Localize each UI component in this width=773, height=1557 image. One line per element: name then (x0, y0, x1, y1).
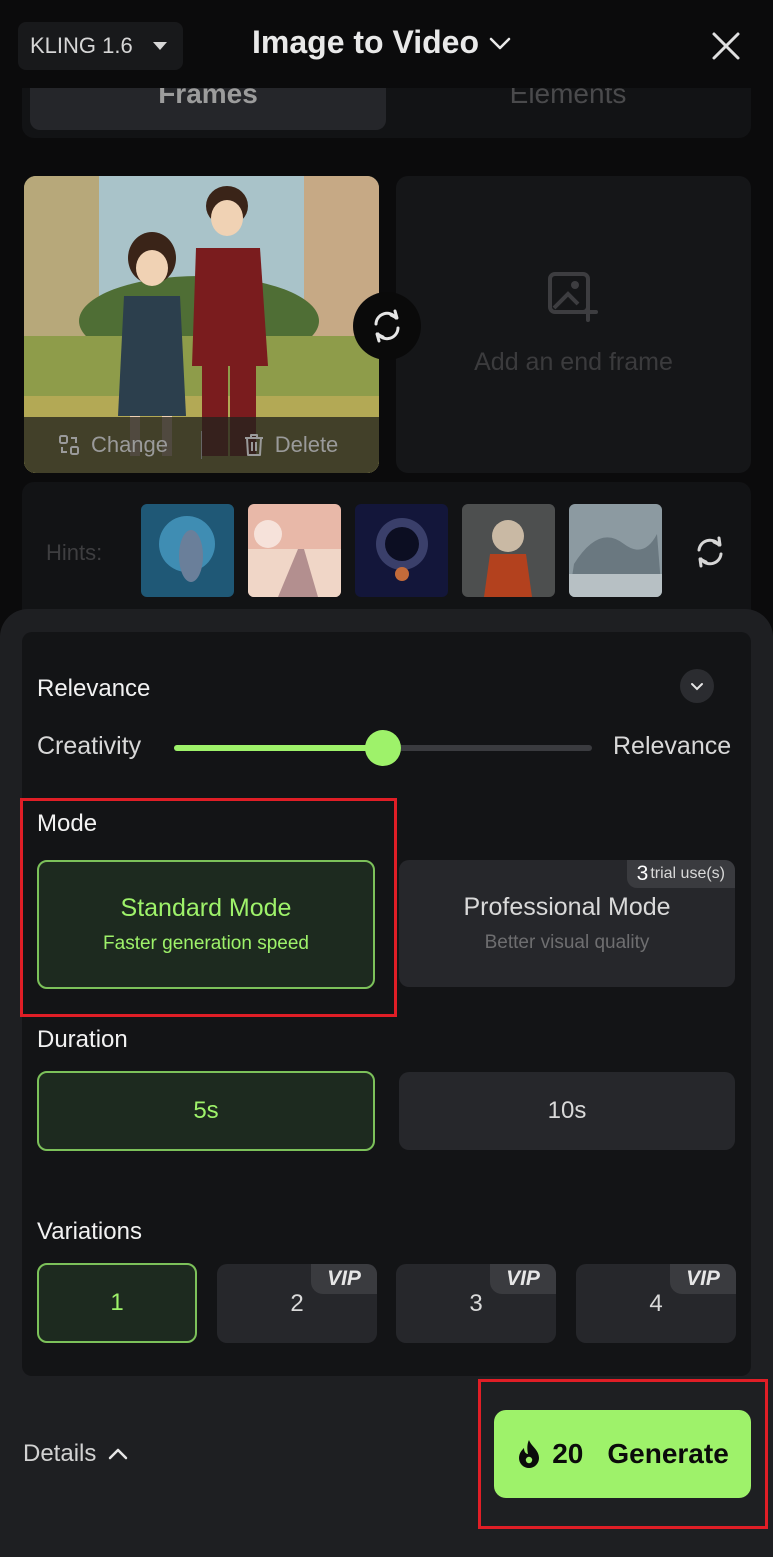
variation-1-label: 1 (110, 1289, 124, 1316)
hints-label: Hints: (46, 540, 103, 565)
slider-right-label: Relevance (613, 732, 732, 760)
end-frame-placeholder: Add an end frame (474, 348, 673, 376)
add-image-icon (548, 272, 598, 322)
top-header: KLING 1.6 Image to Video (0, 0, 773, 88)
trash-icon (244, 434, 263, 456)
duration-5s-label: 5s (193, 1097, 219, 1124)
close-icon[interactable] (708, 28, 744, 64)
chevron-up-icon (109, 1448, 128, 1460)
swap-frames-button[interactable] (353, 292, 421, 360)
hint-thumbnail[interactable] (569, 504, 662, 597)
duration-title: Duration (37, 1026, 128, 1053)
hint-thumbnail[interactable] (141, 504, 234, 597)
duration-option-5s[interactable]: 5s (37, 1071, 375, 1151)
hint-dragon-image (569, 504, 662, 597)
variation-2-label: 2 (290, 1289, 304, 1317)
variation-option-4[interactable]: VIP 4 (576, 1264, 736, 1343)
hint-thumbnail[interactable] (355, 504, 448, 597)
vip-badge: VIP (670, 1264, 736, 1294)
variation-option-1[interactable]: 1 (37, 1263, 197, 1343)
delete-button[interactable]: Delete (202, 432, 379, 458)
duration-10s-label: 10s (547, 1097, 587, 1124)
slider-left-label: Creativity (37, 732, 142, 760)
professional-mode-sub: Better visual quality (484, 932, 650, 953)
swap-icon (374, 309, 400, 343)
model-name: KLING 1.6 (30, 33, 133, 58)
caret-down-icon (153, 42, 167, 50)
frame-actions: Change Delete (24, 417, 379, 473)
credit-cost: 20 (552, 1438, 584, 1469)
start-frame[interactable]: Change Delete (24, 176, 379, 473)
chevron-down-icon (691, 683, 703, 691)
hint-underwater-girl-image (141, 504, 234, 597)
relevance-title: Relevance (37, 675, 151, 702)
slider-thumb[interactable] (365, 730, 401, 766)
chevron-down-icon (489, 37, 511, 49)
vip-badge: VIP (311, 1264, 377, 1294)
details-toggle[interactable]: Details (23, 1440, 130, 1468)
hints-row: Hints: (22, 482, 751, 622)
end-frame-slot[interactable]: Add an end frame (396, 176, 751, 473)
trial-text: trial use(s) (650, 865, 725, 882)
relevance-slider[interactable] (174, 730, 592, 766)
standard-mode-option[interactable]: Standard Mode Faster generation speed (37, 860, 375, 989)
standard-mode-sub: Faster generation speed (103, 933, 309, 954)
generate-button[interactable]: 20 Generate (494, 1410, 751, 1498)
hint-astronaut-image (355, 504, 448, 597)
refresh-hints-icon[interactable] (692, 534, 728, 570)
delete-label: Delete (274, 432, 339, 457)
mode-title: Mode (37, 810, 98, 837)
collapse-button[interactable] (680, 669, 714, 703)
standard-mode-label: Standard Mode (120, 894, 292, 922)
duration-option-10s[interactable]: 10s (399, 1072, 735, 1150)
professional-mode-label: Professional Mode (463, 893, 671, 921)
page-title-text: Image to Video (252, 24, 480, 60)
hint-pink-road-image (248, 504, 341, 597)
hint-thumbnail[interactable] (462, 504, 555, 597)
variation-4-label: 4 (649, 1289, 663, 1317)
change-button[interactable]: Change (24, 432, 201, 458)
change-icon (58, 435, 79, 455)
hint-thumbnail[interactable] (248, 504, 341, 597)
change-label: Change (90, 432, 169, 457)
trial-count: 3 (636, 862, 649, 885)
slider-fill (174, 745, 383, 751)
model-selector[interactable]: KLING 1.6 (18, 22, 183, 70)
variation-option-3[interactable]: VIP 3 (396, 1264, 556, 1343)
page-title[interactable]: Image to Video (252, 24, 513, 61)
generate-label: Generate (607, 1438, 729, 1469)
flame-icon (519, 1440, 540, 1468)
trial-badge: 3 trial use(s) (626, 860, 735, 888)
settings-panel: Relevance Creativity Relevance Mode Stan… (22, 632, 751, 1376)
variation-option-2[interactable]: VIP 2 (217, 1264, 377, 1343)
professional-mode-option[interactable]: 3 trial use(s) Professional Mode Better v… (399, 860, 735, 987)
variation-3-label: 3 (469, 1289, 483, 1317)
details-label: Details (23, 1440, 97, 1467)
vip-badge: VIP (490, 1264, 556, 1294)
variations-title: Variations (37, 1218, 142, 1245)
hint-cat-jacket-image (462, 504, 555, 597)
